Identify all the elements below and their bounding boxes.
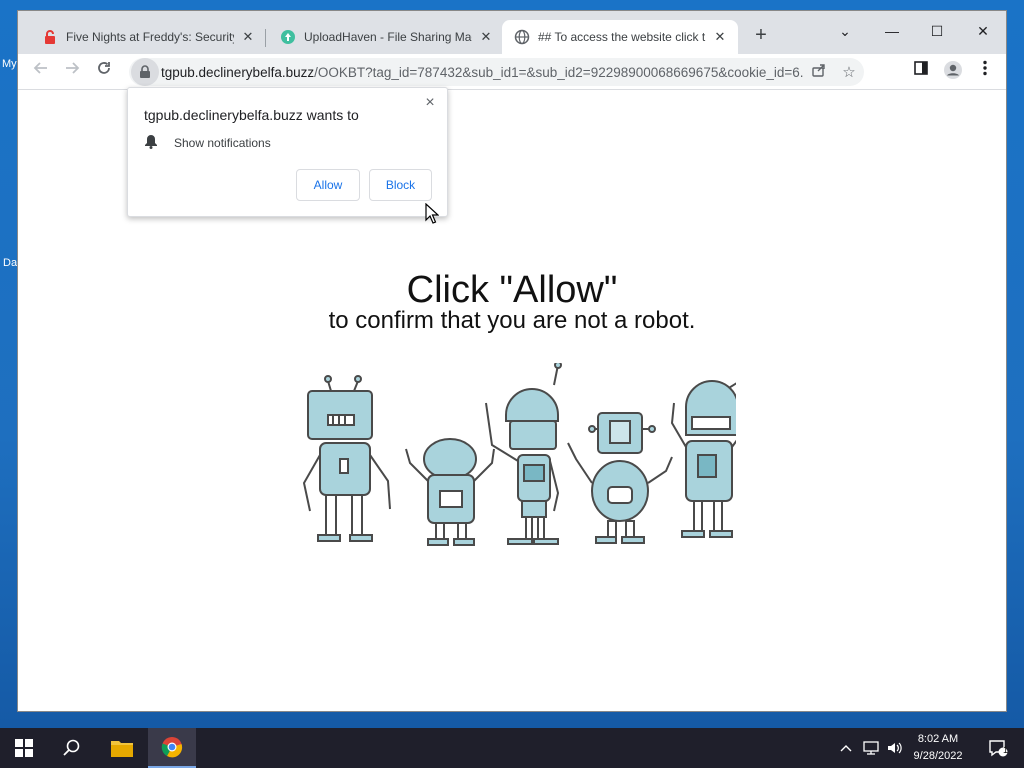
block-button[interactable]: Block: [369, 169, 432, 201]
permission-row: Show notifications: [144, 134, 271, 152]
chrome-taskbar-button[interactable]: [148, 728, 196, 768]
lock-icon[interactable]: [131, 58, 159, 86]
tab-divider: [265, 29, 266, 47]
clock-time: 8:02 AM: [917, 733, 959, 745]
back-arrow-icon: [33, 62, 47, 74]
search-button[interactable]: [48, 728, 96, 768]
robot-illustration: [485, 363, 562, 545]
side-panel-icon[interactable]: [908, 60, 934, 84]
new-tab-button[interactable]: +: [750, 25, 772, 47]
share-icon[interactable]: [804, 62, 834, 82]
forward-arrow-icon: [66, 62, 80, 74]
back-button[interactable]: [28, 60, 54, 84]
folder-icon: [111, 741, 133, 757]
windows-logo-icon: [15, 739, 33, 757]
desktop-icon-label[interactable]: My: [2, 58, 17, 70]
notification-permission-popup: tgpub.declinerybelfa.buzz wants to × Sho…: [127, 87, 448, 217]
action-center-button[interactable]: 1: [978, 728, 1018, 768]
bookmark-star-icon[interactable]: ☆: [834, 63, 864, 81]
show-hidden-icons-chevron-icon[interactable]: [836, 728, 856, 768]
minimize-button[interactable]: —: [872, 17, 912, 45]
bell-icon: [144, 134, 160, 152]
reload-button[interactable]: [91, 60, 117, 84]
tab-title: Five Nights at Freddy's: Security: [66, 30, 234, 44]
globe-icon: [514, 29, 530, 45]
close-window-button[interactable]: ✕: [963, 17, 1003, 45]
tab-strip: Five Nights at Freddy's: Security ✕ Uplo…: [18, 11, 1006, 54]
tab-title: ## To access the website click th: [538, 30, 706, 44]
url-text[interactable]: tgpub.declinerybelfa.buzz/OOKBT?tag_id=7…: [161, 65, 804, 80]
network-icon[interactable]: [860, 728, 882, 768]
reload-icon: [98, 62, 110, 74]
red-lock-favicon: [42, 29, 58, 45]
volume-icon[interactable]: [884, 728, 906, 768]
tab-close-icon[interactable]: ✕: [712, 29, 728, 45]
browser-toolbar: tgpub.declinerybelfa.buzz/OOKBT?tag_id=7…: [18, 54, 1006, 90]
forward-button[interactable]: [59, 60, 85, 84]
chrome-icon: [161, 737, 183, 758]
notification-count-badge: 1: [1003, 745, 1009, 755]
uploadhaven-favicon: [280, 29, 296, 45]
clock[interactable]: 8:02 AM 9/28/2022: [906, 728, 970, 768]
taskbar: 8:02 AM 9/28/2022 1: [0, 728, 1024, 768]
close-icon[interactable]: ×: [421, 94, 439, 112]
allow-button[interactable]: Allow: [296, 169, 360, 201]
robot-illustration: [302, 375, 391, 542]
tab-active[interactable]: ## To access the website click th ✕: [502, 20, 738, 54]
clock-date: 9/28/2022: [913, 750, 963, 762]
tab-search-button[interactable]: ⌄: [825, 17, 865, 45]
tab-fnaf[interactable]: Five Nights at Freddy's: Security ✕: [30, 20, 266, 54]
robots-illustration: [302, 363, 736, 546]
profile-avatar-icon[interactable]: [940, 60, 966, 84]
tab-close-icon[interactable]: ✕: [478, 29, 494, 45]
address-bar[interactable]: tgpub.declinerybelfa.buzz/OOKBT?tag_id=7…: [129, 58, 864, 86]
tab-uploadhaven[interactable]: UploadHaven - File Sharing Mad ✕: [268, 20, 504, 54]
robot-illustration: [405, 438, 495, 546]
page-subline: to confirm that you are not a robot.: [328, 307, 696, 334]
search-icon: [63, 739, 80, 756]
page-headline: Click "Allow": [406, 269, 618, 311]
desktop-icon-label[interactable]: Da: [3, 257, 17, 269]
mouse-cursor-icon: [425, 203, 439, 224]
start-button[interactable]: [0, 728, 48, 768]
browser-window: Five Nights at Freddy's: Security ✕ Uplo…: [17, 10, 1007, 712]
tab-title: UploadHaven - File Sharing Mad: [304, 30, 472, 44]
permission-title: tgpub.declinerybelfa.buzz wants to: [144, 107, 359, 123]
maximize-button[interactable]: ☐: [917, 17, 957, 45]
robot-illustration: [670, 380, 736, 538]
menu-kebab-icon[interactable]: [972, 60, 998, 84]
robot-illustration: [567, 412, 673, 544]
tab-close-icon[interactable]: ✕: [240, 29, 256, 45]
permission-label: Show notifications: [174, 136, 271, 150]
file-explorer-button[interactable]: [98, 728, 146, 768]
